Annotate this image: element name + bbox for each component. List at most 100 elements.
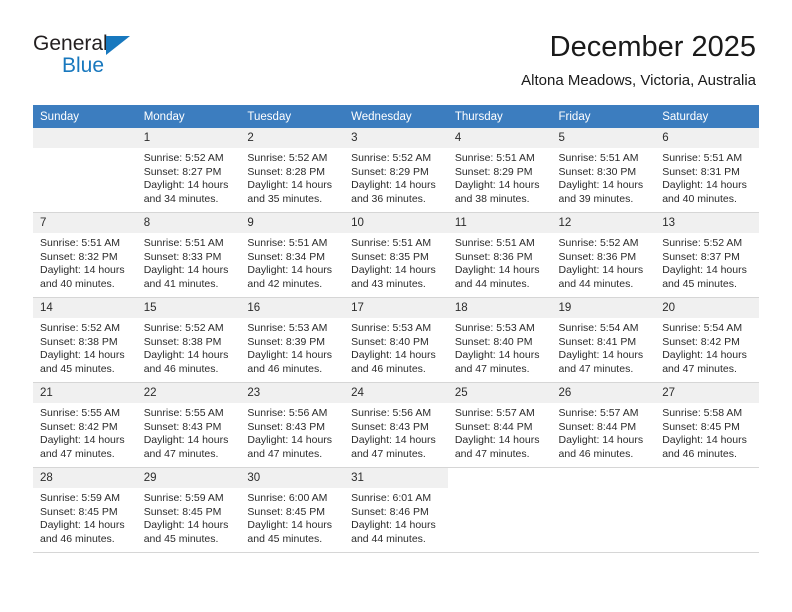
sunrise-text: Sunrise: 5:51 AM	[454, 152, 535, 164]
sunrise-text: Sunrise: 5:59 AM	[143, 492, 224, 504]
calendar-day-cell[interactable]: 24 Sunrise: 5:56 AM Sunset: 8:43 PM Dayligh…	[344, 382, 448, 468]
calendar-day-cell[interactable]: 22 Sunrise: 5:55 AM Sunset: 8:43 PM Dayligh…	[136, 382, 241, 468]
calendar-cell-empty	[33, 128, 137, 213]
sunset-text: Sunset: 8:38 PM	[40, 335, 118, 348]
calendar-day-cell[interactable]: 28 Sunrise: 5:59 AM Sunset: 8:45 PM Dayligh…	[33, 467, 137, 553]
calendar-day-cell[interactable]: 5 Sunrise: 5:51 AM Sunset: 8:30 PM Daylight…	[551, 128, 656, 213]
sunset-text: Sunset: 8:27 PM	[143, 165, 222, 178]
calendar-day-cell[interactable]: 18 Sunrise: 5:53 AM Sunset: 8:40 PM Dayligh…	[447, 297, 552, 383]
sunrise-text: Sunrise: 5:52 AM	[662, 237, 743, 249]
sunrise-text: Sunrise: 5:56 AM	[247, 407, 328, 419]
day-number: 15	[136, 298, 241, 318]
calendar-day-cell[interactable]: 1 Sunrise: 5:52 AM Sunset: 8:27 PM Daylight…	[136, 128, 241, 213]
calendar-day-cell[interactable]: 25 Sunrise: 5:57 AM Sunset: 8:44 PM Dayligh…	[447, 382, 552, 468]
day-number: 5	[551, 128, 656, 148]
calendar-day-cell[interactable]: 4 Sunrise: 5:51 AM Sunset: 8:29 PM Daylight…	[447, 128, 552, 213]
sunset-text: Sunset: 8:42 PM	[662, 335, 740, 348]
sunrise-text: Sunrise: 5:51 AM	[662, 152, 743, 164]
daylight-text: Daylight: 14 hours and 40 minutes.	[662, 179, 747, 205]
sunset-text: Sunset: 8:45 PM	[40, 505, 118, 518]
calendar-day-cell[interactable]: 2 Sunrise: 5:52 AM Sunset: 8:28 PM Daylight…	[240, 128, 345, 213]
sunset-text: Sunset: 8:45 PM	[247, 505, 326, 518]
calendar-day-cell[interactable]: 19 Sunrise: 5:54 AM Sunset: 8:41 PM Dayligh…	[551, 297, 656, 383]
sunrise-text: Sunrise: 5:52 AM	[351, 152, 432, 164]
weekday-header-tuesday: Tuesday	[240, 105, 345, 128]
day-details: Sunrise: 5:53 AM Sunset: 8:40 PM Daylight:…	[344, 318, 448, 376]
sunrise-text: Sunrise: 5:52 AM	[247, 152, 328, 164]
calendar-day-cell[interactable]: 20 Sunrise: 5:54 AM Sunset: 8:42 PM Dayligh…	[655, 297, 759, 383]
day-number	[552, 468, 656, 488]
daylight-text: Daylight: 14 hours and 47 minutes.	[662, 349, 747, 375]
day-number: 22	[136, 383, 241, 403]
brand-triangle-icon	[106, 36, 130, 55]
sunset-text: Sunset: 8:29 PM	[454, 165, 533, 178]
brand-name-bottom: Blue	[62, 54, 105, 77]
calendar-day-cell[interactable]: 6 Sunrise: 5:51 AM Sunset: 8:31 PM Daylight…	[655, 128, 759, 213]
calendar-day-cell[interactable]: 21 Sunrise: 5:55 AM Sunset: 8:42 PM Dayligh…	[33, 382, 137, 468]
sunrise-text: Sunrise: 5:54 AM	[558, 322, 639, 334]
day-details: Sunrise: 5:56 AM Sunset: 8:43 PM Daylight:…	[344, 403, 448, 461]
calendar-day-cell[interactable]: 7 Sunrise: 5:51 AM Sunset: 8:32 PM Daylight…	[33, 212, 137, 298]
calendar-day-cell[interactable]: 29 Sunrise: 5:59 AM Sunset: 8:45 PM Dayligh…	[136, 467, 241, 553]
calendar-week-row: 28 Sunrise: 5:59 AM Sunset: 8:45 PM Dayligh…	[33, 467, 759, 553]
sunrise-text: Sunrise: 5:52 AM	[143, 152, 224, 164]
day-number: 13	[655, 213, 759, 233]
sunset-text: Sunset: 8:37 PM	[662, 250, 740, 263]
sunset-text: Sunset: 8:31 PM	[662, 165, 740, 178]
calendar-day-cell[interactable]: 31 Sunrise: 6:01 AM Sunset: 8:46 PM Dayligh…	[344, 467, 448, 553]
day-number: 16	[240, 298, 345, 318]
brand-logo[interactable]: General Blue	[33, 33, 213, 83]
sunrise-text: Sunrise: 5:51 AM	[558, 152, 639, 164]
calendar-day-cell[interactable]: 14 Sunrise: 5:52 AM Sunset: 8:38 PM Dayligh…	[33, 297, 137, 383]
sunrise-text: Sunrise: 5:56 AM	[351, 407, 432, 419]
day-number: 12	[551, 213, 656, 233]
sunrise-text: Sunrise: 5:51 AM	[143, 237, 224, 249]
sunset-text: Sunset: 8:29 PM	[351, 165, 429, 178]
calendar-day-cell[interactable]: 23 Sunrise: 5:56 AM Sunset: 8:43 PM Dayligh…	[240, 382, 345, 468]
sunrise-text: Sunrise: 5:59 AM	[40, 492, 120, 504]
daylight-text: Daylight: 14 hours and 47 minutes.	[247, 434, 333, 460]
calendar-day-cell[interactable]: 17 Sunrise: 5:53 AM Sunset: 8:40 PM Dayligh…	[344, 297, 448, 383]
day-details: Sunrise: 5:51 AM Sunset: 8:34 PM Daylight:…	[240, 233, 344, 291]
title-block: December 2025 Altona Meadows, Victoria, …	[521, 30, 756, 90]
day-details: Sunrise: 6:00 AM Sunset: 8:45 PM Daylight:…	[240, 488, 344, 546]
sunset-text: Sunset: 8:33 PM	[143, 250, 222, 263]
daylight-text: Daylight: 14 hours and 45 minutes.	[247, 519, 333, 545]
calendar-body: 1 Sunrise: 5:52 AM Sunset: 8:27 PM Daylight…	[33, 128, 759, 553]
day-number: 7	[33, 213, 137, 233]
calendar-day-cell[interactable]: 10 Sunrise: 5:51 AM Sunset: 8:35 PM Dayligh…	[344, 212, 448, 298]
calendar-day-cell[interactable]: 3 Sunrise: 5:52 AM Sunset: 8:29 PM Daylight…	[344, 128, 448, 213]
calendar-day-cell[interactable]: 9 Sunrise: 5:51 AM Sunset: 8:34 PM Daylight…	[240, 212, 345, 298]
daylight-text: Daylight: 14 hours and 40 minutes.	[40, 264, 125, 290]
calendar-day-cell[interactable]: 30 Sunrise: 6:00 AM Sunset: 8:45 PM Dayligh…	[240, 467, 345, 553]
weekday-header-wednesday: Wednesday	[344, 105, 448, 128]
day-details: Sunrise: 5:52 AM Sunset: 8:37 PM Daylight:…	[655, 233, 759, 291]
sunset-text: Sunset: 8:34 PM	[247, 250, 326, 263]
day-details: Sunrise: 5:51 AM Sunset: 8:33 PM Daylight:…	[137, 233, 241, 291]
daylight-text: Daylight: 14 hours and 46 minutes.	[143, 349, 229, 375]
day-number	[655, 468, 759, 488]
sunrise-text: Sunrise: 5:52 AM	[40, 322, 120, 334]
calendar-day-cell[interactable]: 16 Sunrise: 5:53 AM Sunset: 8:39 PM Dayligh…	[240, 297, 345, 383]
sunrise-text: Sunrise: 5:52 AM	[143, 322, 224, 334]
calendar-week-row: 14 Sunrise: 5:52 AM Sunset: 8:38 PM Dayligh…	[33, 297, 759, 383]
calendar-day-cell[interactable]: 12 Sunrise: 5:52 AM Sunset: 8:36 PM Dayligh…	[551, 212, 656, 298]
day-details: Sunrise: 5:56 AM Sunset: 8:43 PM Daylight:…	[240, 403, 344, 461]
day-details: Sunrise: 5:54 AM Sunset: 8:42 PM Daylight:…	[655, 318, 759, 376]
day-number: 9	[240, 213, 345, 233]
daylight-text: Daylight: 14 hours and 46 minutes.	[558, 434, 644, 460]
calendar-day-cell[interactable]: 8 Sunrise: 5:51 AM Sunset: 8:33 PM Daylight…	[136, 212, 241, 298]
daylight-text: Daylight: 14 hours and 44 minutes.	[351, 519, 436, 545]
calendar-day-cell[interactable]: 11 Sunrise: 5:51 AM Sunset: 8:36 PM Dayligh…	[447, 212, 552, 298]
day-number: 11	[447, 213, 552, 233]
calendar-week-row: 7 Sunrise: 5:51 AM Sunset: 8:32 PM Daylight…	[33, 212, 759, 298]
day-details: Sunrise: 5:51 AM Sunset: 8:30 PM Daylight:…	[552, 148, 656, 206]
sunset-text: Sunset: 8:42 PM	[40, 420, 118, 433]
brand-name-top: General	[33, 32, 108, 55]
calendar-day-cell[interactable]: 27 Sunrise: 5:58 AM Sunset: 8:45 PM Dayligh…	[655, 382, 759, 468]
calendar-day-cell[interactable]: 15 Sunrise: 5:52 AM Sunset: 8:38 PM Dayligh…	[136, 297, 241, 383]
calendar-day-cell[interactable]: 26 Sunrise: 5:57 AM Sunset: 8:44 PM Dayligh…	[551, 382, 656, 468]
sunset-text: Sunset: 8:36 PM	[454, 250, 533, 263]
calendar-day-cell[interactable]: 13 Sunrise: 5:52 AM Sunset: 8:37 PM Dayligh…	[655, 212, 759, 298]
day-number: 10	[344, 213, 448, 233]
